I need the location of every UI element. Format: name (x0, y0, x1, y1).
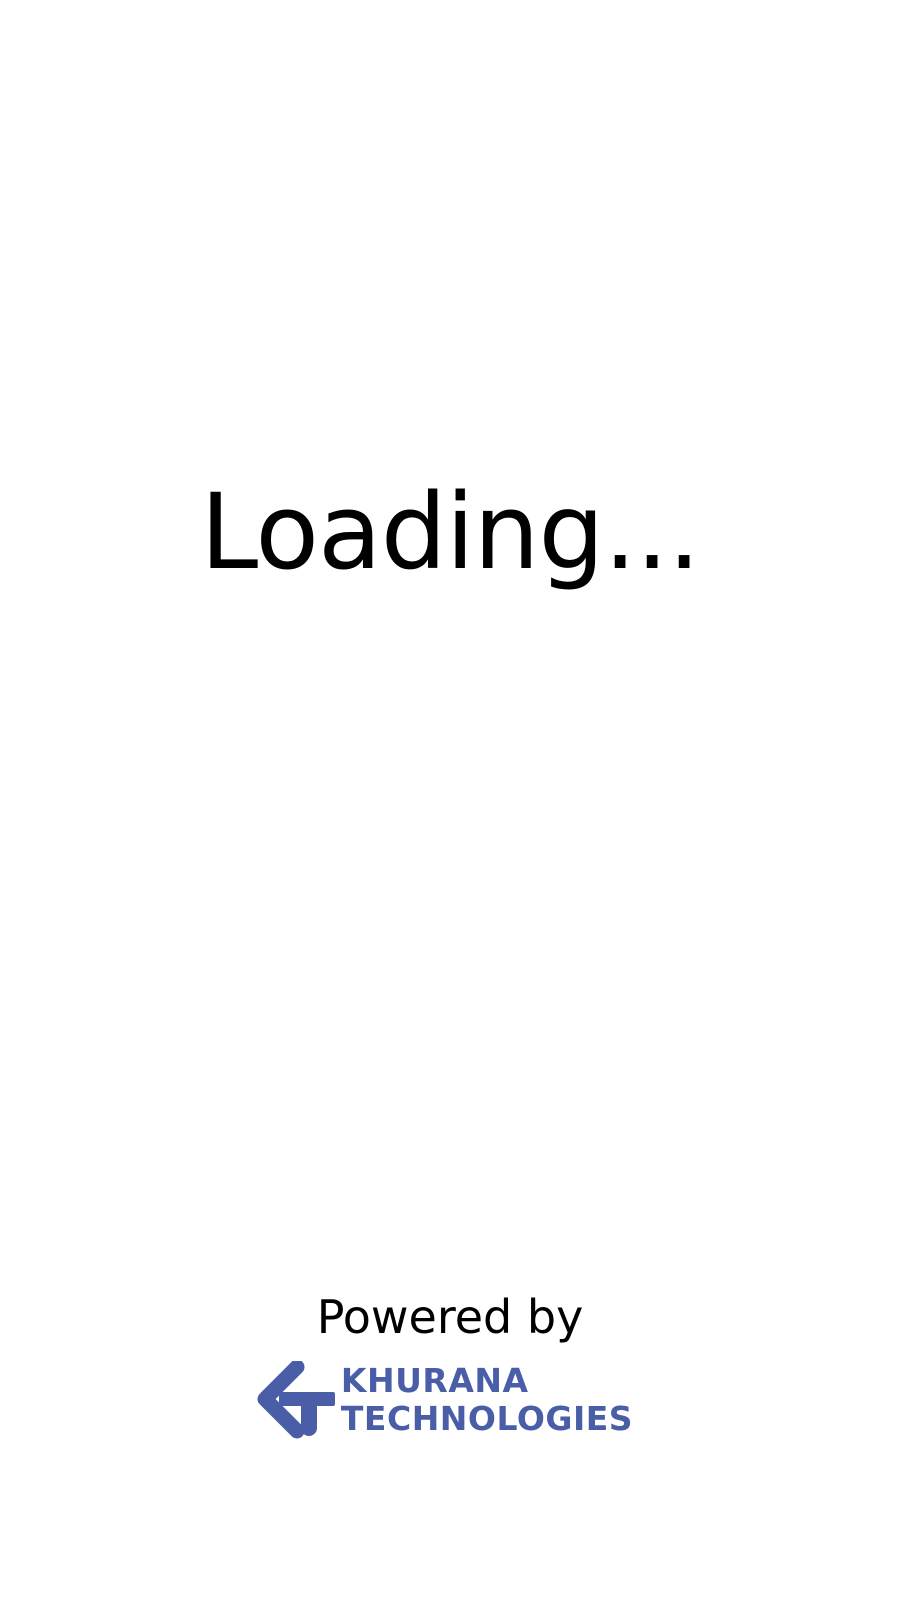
brand-name-line1: KHURANA (340, 1361, 529, 1401)
splash-screen: Loading... Powered by KHURANA TECHNOLOGI… (0, 0, 900, 1600)
brand-name: KHURANA TECHNOLOGIES (341, 1362, 633, 1438)
brand-name-line2: TECHNOLOGIES (340, 1399, 634, 1439)
loading-text: Loading... (200, 471, 701, 593)
brand-logo-block: KHURANA TECHNOLOGIES (257, 1361, 633, 1439)
footer: Powered by KHURANA TECHNOLOGIES (0, 1290, 900, 1439)
powered-by-label: Powered by (316, 1290, 584, 1344)
khurana-technologies-logo-icon (257, 1361, 335, 1439)
